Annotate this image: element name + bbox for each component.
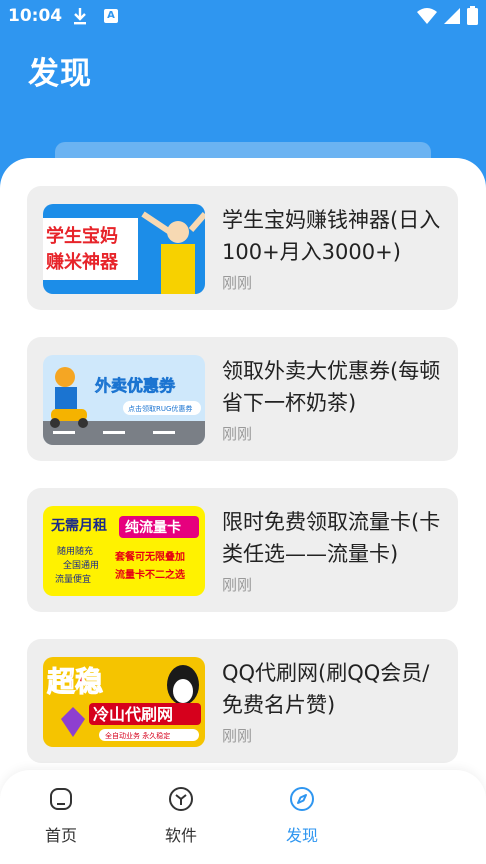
battery-icon [467, 6, 478, 25]
status-time: 10:04 [8, 6, 63, 26]
tab-label: 发现 [285, 826, 318, 845]
thumb-text-1: 外卖优惠券 [94, 376, 176, 395]
card-title: 学生宝妈赚钱神器(日入100+月入3000+) [222, 208, 441, 264]
thumb-text-6: 套餐可无限叠加 [114, 550, 185, 563]
card-time: 刚刚 [222, 727, 253, 745]
card-thumbnail: 无需月租 纯流量卡 随用随充 全国通用 流量便宜 套餐可无限叠加 流量卡不二之选 [43, 506, 205, 596]
thumb-text-1: 学生宝妈 [46, 225, 118, 247]
card-time: 刚刚 [222, 274, 253, 292]
status-indicators [417, 6, 478, 25]
tab-label: 首页 [44, 826, 77, 845]
list-item[interactable]: 无需月租 纯流量卡 随用随充 全国通用 流量便宜 套餐可无限叠加 流量卡不二之选… [27, 488, 458, 612]
tab-label: 软件 [164, 826, 197, 845]
wifi-icon [417, 7, 437, 24]
thumb-text-7: 流量卡不二之选 [115, 568, 185, 581]
card-thumbnail: 超稳 冷山代刷网 全自动业务 永久稳定 [43, 657, 205, 747]
thumb-text-4: 全国通用 [63, 559, 99, 571]
bottom-tab-bar: 首页 软件 发现 [0, 770, 486, 864]
thumb-text-2: 赚米神器 [45, 251, 119, 273]
list-item[interactable]: 超稳 冷山代刷网 全自动业务 永久稳定 QQ代刷网(刷QQ会员/免费名片赞) 刚… [27, 639, 458, 763]
card-title: QQ代刷网(刷QQ会员/免费名片赞) [222, 661, 430, 717]
compass-icon [290, 787, 314, 811]
status-bar: 10:04 A [0, 0, 486, 34]
thumb-text-2: 纯流量卡 [125, 519, 181, 536]
thumb-text-3: 全自动业务 永久稳定 [105, 731, 170, 740]
thumb-text-3: 随用随充 [57, 545, 93, 557]
download-icon [72, 6, 88, 30]
thumb-text-2: 冷山代刷网 [93, 705, 173, 724]
tab-software[interactable]: 软件 [136, 786, 226, 846]
page-title: 发现 [28, 56, 92, 92]
list-item[interactable]: 学生宝妈 赚米神器 学生宝妈赚钱神器(日入100+月入3000+) 刚刚 [27, 186, 458, 310]
card-title: 限时免费领取流量卡(卡类任选——流量卡) [222, 510, 441, 566]
thumb-text-1: 超稳 [47, 665, 103, 698]
accessibility-icon: A [104, 9, 118, 23]
cube-icon [169, 787, 193, 811]
list-item[interactable]: 外卖优惠券 点击领取RUG优惠券 领取外卖大优惠券(每顿省下一杯奶茶) 刚刚 [27, 337, 458, 461]
card-time: 刚刚 [222, 425, 253, 443]
thumb-text-1: 无需月租 [50, 517, 107, 534]
card-title: 领取外卖大优惠券(每顿省下一杯奶茶) [222, 359, 441, 415]
tab-home[interactable]: 首页 [16, 786, 106, 846]
card-thumbnail: 学生宝妈 赚米神器 [43, 204, 205, 294]
thumb-text-2: 点击领取RUG优惠券 [128, 404, 192, 413]
thumb-text-5: 流量便宜 [55, 573, 91, 585]
card-time: 刚刚 [222, 576, 253, 594]
tab-discover[interactable]: 发现 [257, 786, 347, 846]
signal-icon [444, 7, 460, 24]
home-icon [50, 788, 72, 810]
card-thumbnail: 外卖优惠券 点击领取RUG优惠券 [43, 355, 205, 445]
